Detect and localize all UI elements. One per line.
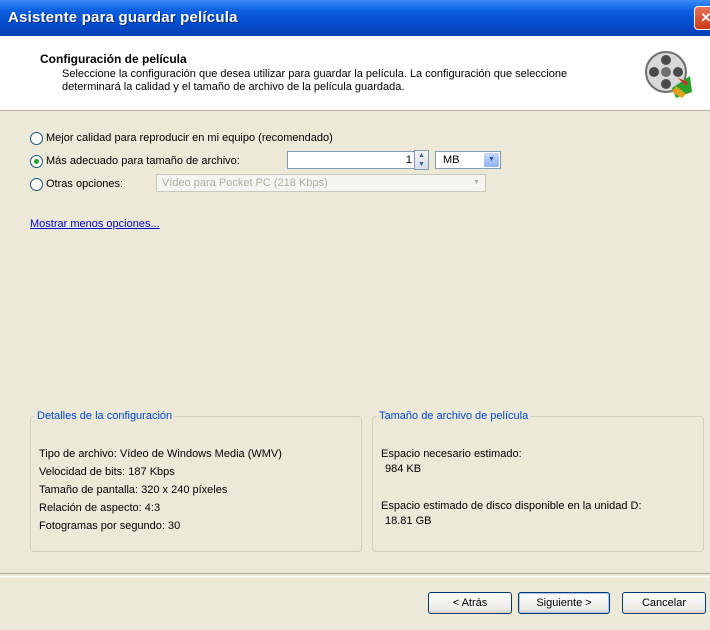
next-button[interactable]: Siguiente > — [518, 592, 610, 614]
settings-details-legend: Detalles de la configuración — [37, 410, 173, 422]
movie-file-size-group: Tamaño de archivo de película Espacio ne… — [372, 410, 704, 552]
unit-value: MB — [443, 154, 460, 166]
detail-file-type: Tipo de archivo: Vídeo de Windows Media … — [39, 448, 282, 460]
other-options-value: Vídeo para Pocket PC (218 Kbps) — [162, 177, 328, 189]
disk-space-value: 18.81 GB — [385, 515, 432, 527]
back-button[interactable]: < Atrás — [428, 592, 512, 614]
spin-down-icon[interactable]: ▼ — [418, 161, 425, 168]
film-reel-icon — [645, 51, 692, 98]
page-title: Configuración de película — [40, 52, 187, 66]
detail-aspect-ratio: Relación de aspecto: 4:3 — [39, 502, 161, 514]
settings-details-group: Detalles de la configuración Tipo de arc… — [30, 410, 362, 552]
other-options-select: Vídeo para Pocket PC (218 Kbps) ▼ — [156, 174, 486, 192]
wizard-window: Asistente para guardar película ✕ Config… — [0, 0, 710, 630]
show-less-options-link[interactable]: Mostrar menos opciones... — [30, 218, 160, 230]
detail-frames-per-second: Fotogramas por segundo: 30 — [39, 520, 181, 532]
detail-bit-rate: Velocidad de bits: 187 Kbps — [39, 466, 175, 478]
disk-space-label: Espacio estimado de disco disponible en … — [381, 500, 642, 512]
footer-divider — [0, 573, 710, 577]
option-file-size-label: Más adecuado para tamaño de archivo: — [46, 155, 240, 167]
movie-file-size-legend: Tamaño de archivo de película — [379, 410, 529, 422]
chevron-down-icon: ▼ — [473, 179, 480, 186]
detail-display-size: Tamaño de pantalla: 320 x 240 píxeles — [39, 484, 228, 496]
unit-select[interactable]: MB ▼ — [435, 151, 501, 169]
close-icon: ✕ — [700, 10, 710, 25]
close-button[interactable]: ✕ — [694, 6, 710, 30]
radio-other[interactable] — [30, 178, 43, 191]
wizard-header: Configuración de película Seleccione la … — [0, 36, 710, 111]
window-title: Asistente para guardar película — [8, 9, 238, 26]
estimated-space-value: 984 KB — [385, 463, 422, 475]
estimated-space-label: Espacio necesario estimado: — [381, 448, 522, 460]
radio-file-size[interactable] — [30, 155, 43, 168]
file-size-spinner[interactable]: ▲ ▼ — [414, 150, 429, 170]
cancel-button[interactable]: Cancelar — [622, 592, 706, 614]
title-bar[interactable]: Asistente para guardar película ✕ — [0, 0, 710, 36]
option-other-label: Otras opciones: — [46, 178, 124, 190]
spin-up-icon[interactable]: ▲ — [418, 152, 425, 159]
radio-best-quality[interactable] — [30, 132, 43, 145]
option-best-quality-label: Mejor calidad para reproducir en mi equi… — [46, 132, 333, 144]
page-description: Seleccione la configuración que desea ut… — [62, 68, 568, 93]
file-size-input[interactable]: 1 — [287, 151, 417, 169]
chevron-down-icon[interactable]: ▼ — [484, 153, 499, 167]
